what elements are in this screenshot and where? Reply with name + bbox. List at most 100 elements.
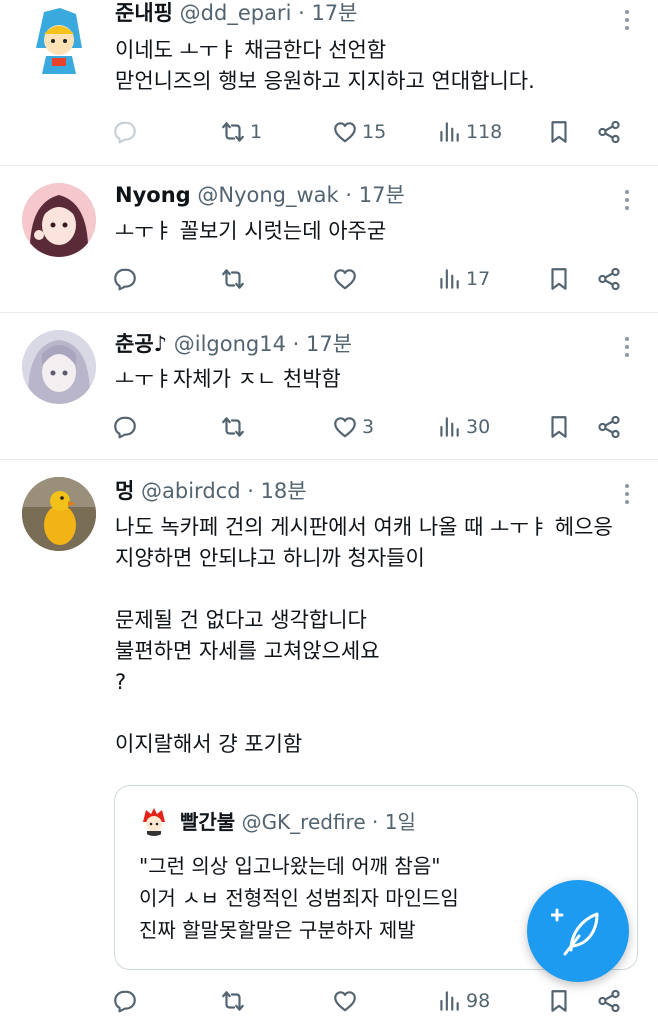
share-icon bbox=[598, 120, 620, 144]
handle[interactable]: @ilgong14 bbox=[174, 332, 286, 356]
reply-button[interactable] bbox=[112, 264, 142, 294]
more-icon[interactable] bbox=[624, 10, 630, 30]
like-icon bbox=[334, 122, 356, 143]
reply-icon bbox=[114, 121, 136, 144]
tweet[interactable]: 춘공♪ @ilgong14 · 17분 ㅗㅜㅑ자체가 ㅈㄴ 천박함 3 30 bbox=[0, 312, 658, 460]
quoted-avatar-illustration bbox=[139, 806, 169, 836]
avatar[interactable] bbox=[22, 477, 96, 551]
views-button[interactable]: 98 bbox=[436, 986, 490, 1016]
compose-button[interactable] bbox=[527, 880, 629, 982]
retweet-button[interactable] bbox=[220, 412, 250, 442]
tweet-header: 준내핑 @dd_epari · 17분 bbox=[115, 0, 358, 27]
share-icon bbox=[598, 989, 620, 1013]
tweet-text: 이네도 ㅗㅜㅑ 채금한다 선언함 맏언니즈의 행보 응원하고 지지하고 연대합니… bbox=[115, 38, 535, 93]
timestamp[interactable]: · 17분 bbox=[345, 183, 404, 207]
reply-button[interactable] bbox=[112, 986, 142, 1016]
retweet-count: 1 bbox=[250, 121, 263, 143]
like-count: 3 bbox=[362, 416, 375, 438]
tweet-header: Nyong @Nyong_wak · 17분 bbox=[115, 181, 405, 209]
retweet-icon bbox=[222, 991, 244, 1011]
bookmark-button[interactable] bbox=[546, 412, 572, 442]
avatar[interactable] bbox=[22, 183, 96, 257]
avatar-illustration bbox=[22, 477, 96, 551]
reply-button[interactable] bbox=[112, 117, 142, 147]
more-icon[interactable] bbox=[624, 484, 630, 504]
bookmark-icon bbox=[551, 416, 567, 438]
tweet-text: ㅗㅜㅑ자체가 ㅈㄴ 천박함 bbox=[115, 367, 341, 391]
reply-icon bbox=[114, 990, 136, 1013]
like-icon bbox=[334, 269, 356, 290]
like-icon bbox=[334, 991, 356, 1012]
more-icon[interactable] bbox=[624, 190, 630, 210]
like-button[interactable]: 15 bbox=[332, 117, 386, 147]
more-icon[interactable] bbox=[624, 337, 630, 357]
display-name[interactable]: 춘공♪ bbox=[115, 332, 167, 356]
share-button[interactable] bbox=[596, 412, 622, 442]
quoted-text: "그런 의상 입고나왔는데 어깨 참음" 이거 ㅅㅂ 전형적인 성범죄자 마인드… bbox=[139, 854, 459, 942]
views-icon bbox=[440, 991, 459, 1011]
tweet-header: 멍 @abirdcd · 18분 bbox=[115, 477, 307, 505]
views-icon bbox=[440, 417, 459, 437]
display-name[interactable]: 멍 bbox=[115, 479, 134, 503]
views-icon bbox=[440, 122, 459, 142]
like-button[interactable] bbox=[332, 986, 362, 1016]
views-count: 17 bbox=[466, 268, 491, 290]
views-count: 30 bbox=[466, 416, 491, 438]
share-icon bbox=[598, 267, 620, 291]
tweet-text: 나도 녹카페 건의 게시판에서 여캐 나올 때 ㅗㅜㅑ 헤으응 지양하면 안되냐… bbox=[115, 515, 613, 756]
share-button[interactable] bbox=[596, 117, 622, 147]
timestamp[interactable]: · 17분 bbox=[298, 1, 357, 25]
bookmark-icon bbox=[551, 121, 567, 143]
quoted-header: 빨간불 @GK_redfire · 1일 bbox=[180, 808, 416, 836]
retweet-button[interactable] bbox=[220, 264, 250, 294]
retweet-icon bbox=[222, 122, 244, 142]
avatar[interactable] bbox=[22, 330, 96, 404]
bookmark-button[interactable] bbox=[546, 264, 572, 294]
compose-icon bbox=[551, 908, 599, 956]
bookmark-icon bbox=[551, 990, 567, 1012]
avatar-illustration bbox=[22, 4, 96, 78]
handle[interactable]: @abirdcd bbox=[141, 479, 241, 503]
quoted-timestamp[interactable]: · 1일 bbox=[372, 810, 416, 834]
views-button[interactable]: 17 bbox=[436, 264, 490, 294]
retweet-icon bbox=[222, 417, 244, 437]
bookmark-button[interactable] bbox=[546, 986, 572, 1016]
quoted-handle[interactable]: @GK_redfire bbox=[242, 810, 366, 834]
timestamp[interactable]: · 18분 bbox=[247, 479, 306, 503]
tweet-text: ㅗㅜㅑ 꼴보기 시럿는데 아주굳 bbox=[115, 219, 387, 243]
avatar-illustration bbox=[22, 330, 96, 404]
action-bar: 98 bbox=[112, 986, 632, 1016]
share-button[interactable] bbox=[596, 264, 622, 294]
like-count: 15 bbox=[362, 121, 387, 143]
reply-icon bbox=[114, 416, 136, 439]
share-icon bbox=[598, 415, 620, 439]
views-button[interactable]: 30 bbox=[436, 412, 490, 442]
quoted-avatar[interactable] bbox=[139, 806, 169, 836]
retweet-icon bbox=[222, 269, 244, 289]
like-icon bbox=[334, 417, 356, 438]
action-bar: 1 15 118 bbox=[112, 117, 632, 147]
avatar[interactable] bbox=[22, 4, 96, 78]
reply-button[interactable] bbox=[112, 412, 142, 442]
like-button[interactable] bbox=[332, 264, 362, 294]
handle[interactable]: @dd_epari bbox=[180, 1, 292, 25]
views-button[interactable]: 118 bbox=[436, 117, 502, 147]
retweet-button[interactable] bbox=[220, 986, 250, 1016]
timestamp[interactable]: · 17분 bbox=[293, 332, 352, 356]
reply-icon bbox=[114, 268, 136, 291]
tweet[interactable]: 준내핑 @dd_epari · 17분 이네도 ㅗㅜㅑ 채금한다 선언함 맏언니… bbox=[0, 0, 658, 166]
display-name[interactable]: 준내핑 bbox=[115, 1, 173, 25]
like-button[interactable]: 3 bbox=[332, 412, 374, 442]
action-bar: 3 30 bbox=[112, 412, 632, 442]
display-name[interactable]: Nyong bbox=[115, 183, 191, 207]
tweet-header: 춘공♪ @ilgong14 · 17분 bbox=[115, 330, 352, 358]
share-button[interactable] bbox=[596, 986, 622, 1016]
bookmark-icon bbox=[551, 268, 567, 290]
handle[interactable]: @Nyong_wak bbox=[197, 183, 338, 207]
views-icon bbox=[440, 269, 459, 289]
retweet-button[interactable]: 1 bbox=[220, 117, 262, 147]
tweet[interactable]: Nyong @Nyong_wak · 17분 ㅗㅜㅑ 꼴보기 시럿는데 아주굳 … bbox=[0, 165, 658, 313]
avatar-illustration bbox=[22, 183, 96, 257]
quoted-display-name[interactable]: 빨간불 bbox=[180, 810, 235, 834]
bookmark-button[interactable] bbox=[546, 117, 572, 147]
